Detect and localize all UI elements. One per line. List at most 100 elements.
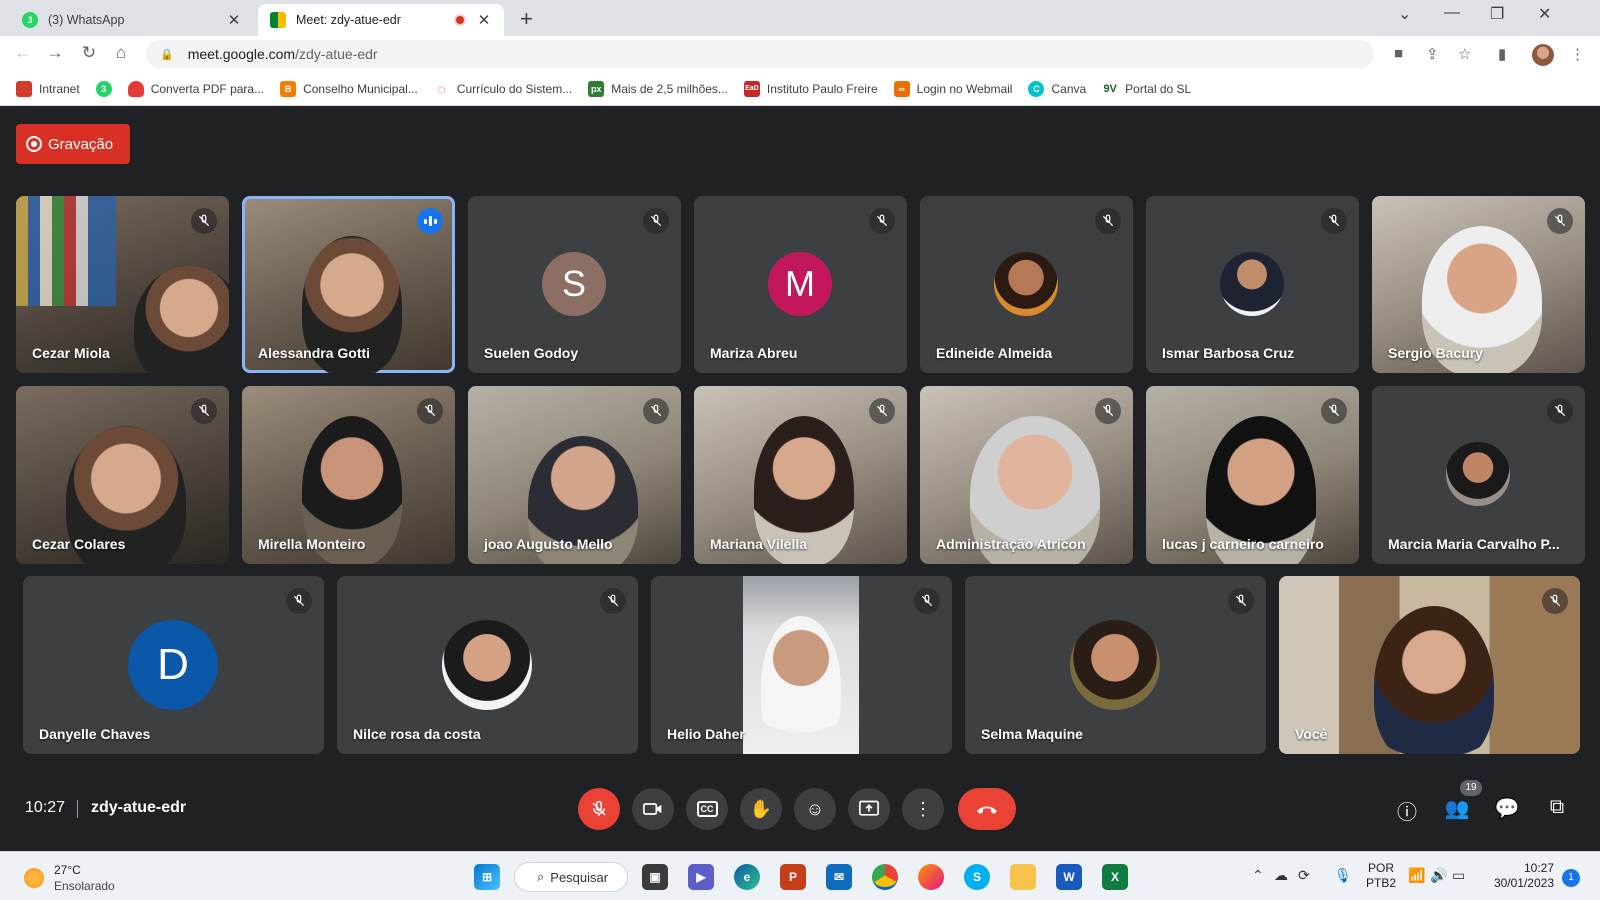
present-screen-button[interactable] <box>848 788 890 830</box>
file-explorer-icon[interactable] <box>1010 864 1036 890</box>
browser-menu-icon[interactable]: ⋮ <box>1570 45 1585 63</box>
back-button[interactable]: ← <box>12 43 34 63</box>
share-icon[interactable]: ⇪ <box>1426 45 1439 63</box>
people-button[interactable]: 👥 <box>1443 796 1471 821</box>
participant-tile[interactable]: Marcia Maria Carvalho P... <box>1372 386 1585 564</box>
address-bar[interactable]: 🔒 meet.google.com/zdy-atue-edr <box>146 40 1374 68</box>
participant-tile[interactable]: S Suelen Godoy <box>468 196 681 373</box>
bookmark-star-icon[interactable]: ☆ <box>1458 45 1471 63</box>
lock-icon[interactable]: 🔒 <box>160 48 174 61</box>
sync-icon[interactable]: ⟳ <box>1298 867 1310 884</box>
home-button[interactable]: ⌂ <box>110 43 132 63</box>
meeting-info-button[interactable]: ⓘ <box>1393 796 1421 825</box>
participant-name: Cezar Miola <box>32 345 110 361</box>
weather-description[interactable]: Ensolarado <box>54 879 115 893</box>
close-tab-icon[interactable]: ✕ <box>226 11 242 29</box>
bookmark-canva[interactable]: C Canva <box>1028 80 1086 97</box>
onedrive-icon[interactable]: ☁ <box>1274 867 1288 884</box>
skype-icon[interactable]: S <box>964 864 990 890</box>
profile-avatar[interactable] <box>1532 44 1554 66</box>
reload-button[interactable]: ↻ <box>78 43 100 63</box>
recording-label: Gravação <box>48 135 114 153</box>
activities-button[interactable]: ⧉ <box>1543 796 1571 819</box>
side-panel-icon[interactable]: ▮ <box>1498 45 1506 63</box>
mic-toggle-button[interactable] <box>578 788 620 830</box>
powerpoint-icon[interactable]: P <box>780 864 806 890</box>
bookmark-instituto-paulo-freire[interactable]: EaD Instituto Paulo Freire <box>743 80 878 97</box>
notification-badge[interactable]: 1 <box>1562 869 1580 887</box>
taskbar-search[interactable]: ⌕ Pesquisar <box>514 862 628 892</box>
camera-toggle-button[interactable] <box>632 788 674 830</box>
participant-tile-self[interactable]: Você <box>1279 576 1580 754</box>
participant-tile[interactable]: M Mariza Abreu <box>694 196 907 373</box>
teams-chat-icon[interactable]: ▶ <box>688 864 714 890</box>
participant-tile[interactable]: Sergio Bacury <box>1372 196 1585 373</box>
forward-button[interactable]: → <box>44 43 66 63</box>
chrome-icon[interactable] <box>872 864 898 890</box>
bookmark-mais-2-milhoes[interactable]: px Mais de 2,5 milhões... <box>588 80 728 97</box>
participant-tile[interactable]: Administração Atricon <box>920 386 1133 564</box>
ead-icon: EaD <box>743 80 760 97</box>
minimize-button[interactable]: — <box>1444 4 1460 22</box>
new-tab-button[interactable]: + <box>520 6 533 32</box>
participant-tile[interactable]: Ismar Barbosa Cruz <box>1146 196 1359 373</box>
leave-call-button[interactable] <box>958 788 1016 830</box>
chat-button[interactable]: 💬 <box>1493 796 1521 821</box>
battery-icon[interactable]: ▭ <box>1452 867 1465 884</box>
language-indicator[interactable]: POR PTB2 <box>1366 861 1396 891</box>
captions-button[interactable]: CC <box>686 788 728 830</box>
more-options-button[interactable]: ⋮ <box>902 788 944 830</box>
edge-icon[interactable]: e <box>734 864 760 890</box>
microphone-tray-icon[interactable]: 🎙 <box>1334 867 1352 884</box>
bookmark-curriculo[interactable]: ◌ Currículo do Sistem... <box>434 81 573 97</box>
weather-temperature[interactable]: 27°C <box>54 863 81 877</box>
bookmark-portal-sl[interactable]: 9V Portal do SL <box>1102 81 1191 97</box>
system-clock[interactable]: 10:27 30/01/2023 <box>1492 861 1554 891</box>
close-tab-icon[interactable]: ✕ <box>476 11 492 29</box>
volume-icon[interactable]: 🔊 <box>1430 867 1447 884</box>
camera-in-use-icon[interactable]: ■ <box>1394 45 1403 62</box>
participant-tile[interactable]: Selma Maquine <box>965 576 1266 754</box>
tab-meet[interactable]: Meet: zdy-atue-edr ✕ <box>258 4 504 36</box>
participant-tile[interactable]: D Danyelle Chaves <box>23 576 324 754</box>
participant-tile[interactable]: Cezar Colares <box>16 386 229 564</box>
bookmark-converta-pdf[interactable]: Converta PDF para... <box>127 80 264 97</box>
close-window-button[interactable]: ✕ <box>1538 4 1551 24</box>
bookmark-conselho-municipal[interactable]: B Conselho Municipal... <box>280 80 418 97</box>
maximize-button[interactable]: ❐ <box>1490 4 1504 24</box>
participant-tile[interactable]: Edineide Almeida <box>920 196 1133 373</box>
excel-icon[interactable]: X <box>1102 864 1128 890</box>
bookmark-login-webmail[interactable]: ∞ Login no Webmail <box>893 80 1012 97</box>
participant-tile[interactable]: Alessandra Gotti <box>242 196 455 373</box>
tab-search-icon[interactable]: ⌄ <box>1398 4 1411 24</box>
task-view-icon[interactable]: ▣ <box>642 864 668 890</box>
word-icon[interactable]: W <box>1056 864 1082 890</box>
recording-button[interactable]: Gravação <box>16 124 130 164</box>
record-icon <box>26 136 42 152</box>
tab-whatsapp[interactable]: 3 (3) WhatsApp ✕ <box>10 4 254 36</box>
muted-mic-icon <box>1542 588 1568 614</box>
reactions-button[interactable]: ☺ <box>794 788 836 830</box>
weather-sun-icon[interactable] <box>24 868 44 888</box>
participant-tile[interactable]: Helio Daher <box>651 576 952 754</box>
participant-tile[interactable]: Mariana Vilella <box>694 386 907 564</box>
raise-hand-button[interactable]: ✋ <box>740 788 782 830</box>
camera-icon <box>643 803 662 815</box>
hang-up-icon <box>977 806 997 814</box>
participant-tile[interactable]: Cezar Miola <box>16 196 229 373</box>
participant-video <box>743 576 859 754</box>
firefox-icon[interactable] <box>918 864 944 890</box>
mail-icon[interactable]: ✉ <box>826 864 852 890</box>
tray-overflow-icon[interactable]: ⌃ <box>1252 867 1264 884</box>
participant-tile[interactable]: joao Augusto Mello <box>468 386 681 564</box>
windows-start-icon[interactable]: ⊞ <box>474 864 500 890</box>
participant-tile[interactable]: Mirella Monteiro <box>242 386 455 564</box>
bookmark-intranet[interactable]: Intranet <box>16 80 80 97</box>
participant-tile[interactable]: Nilce rosa da costa <box>337 576 638 754</box>
wifi-icon[interactable]: 📶 <box>1408 867 1425 884</box>
tab-title: Meet: zdy-atue-edr <box>296 13 401 27</box>
participant-tile[interactable]: lucas j carneiro carneiro <box>1146 386 1359 564</box>
google-meet-icon <box>270 12 286 28</box>
bookmark-whatsapp[interactable]: 3 <box>95 80 112 97</box>
recording-indicator-icon <box>454 14 466 26</box>
